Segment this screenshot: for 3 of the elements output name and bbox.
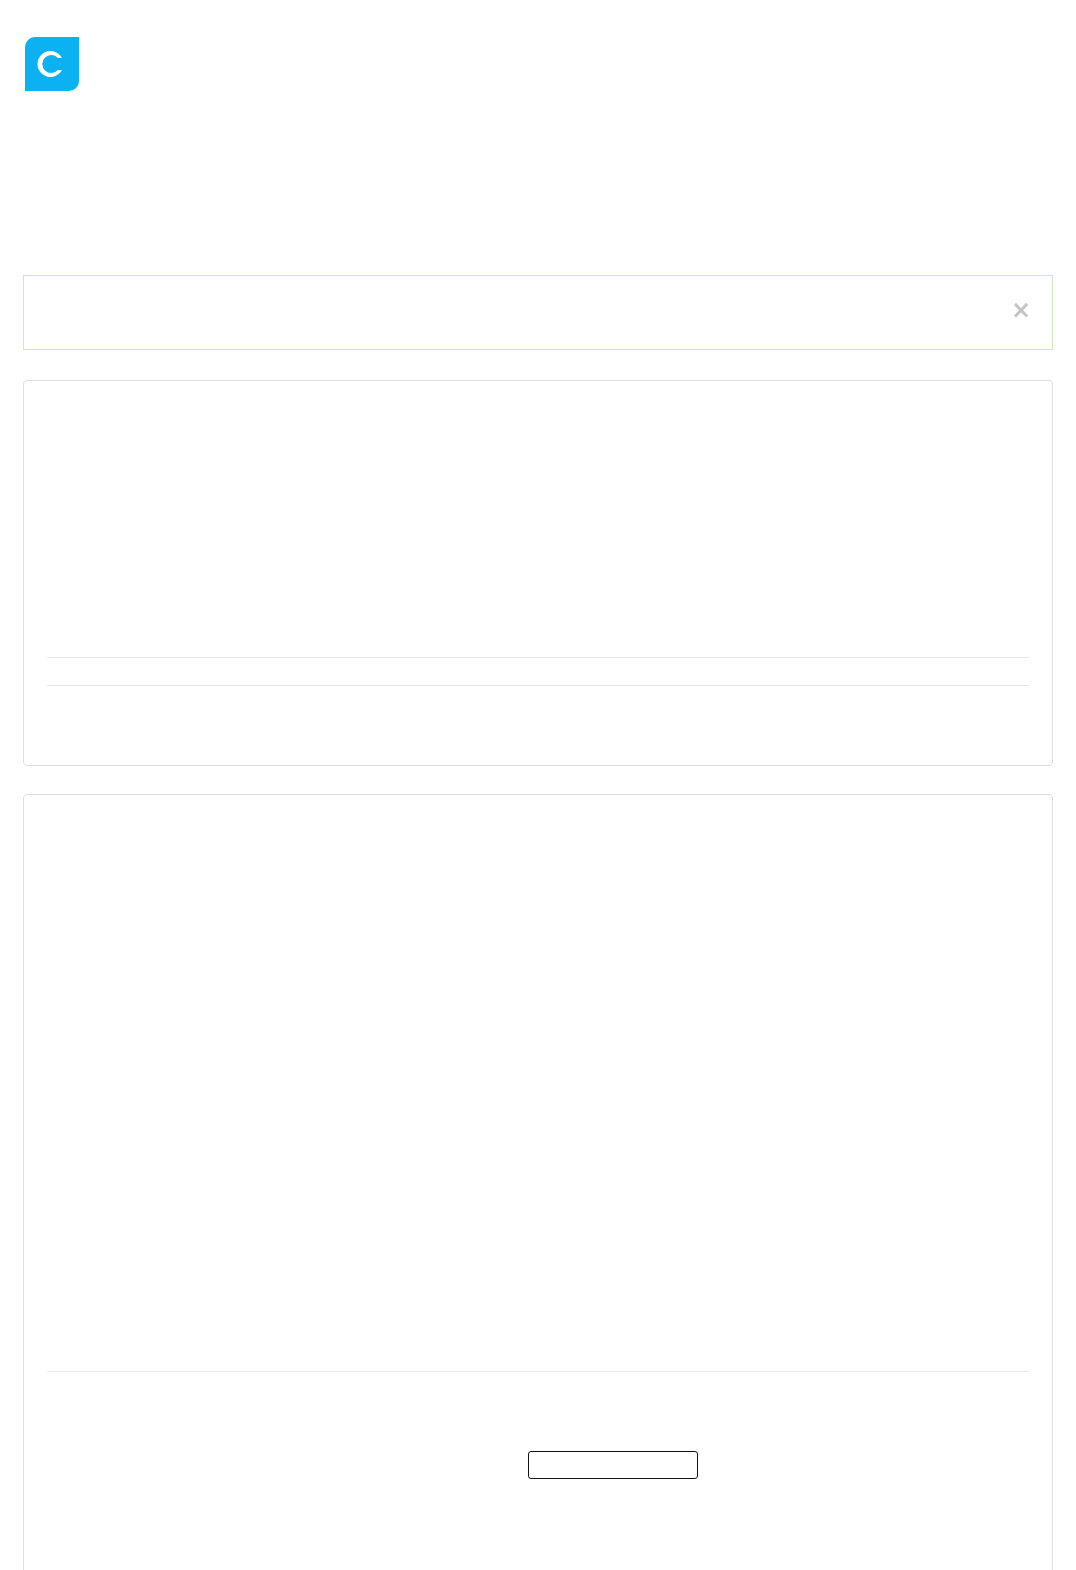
logo-icon <box>25 37 79 91</box>
close-button[interactable]: × <box>1010 298 1031 322</box>
input-field[interactable] <box>528 1451 698 1479</box>
